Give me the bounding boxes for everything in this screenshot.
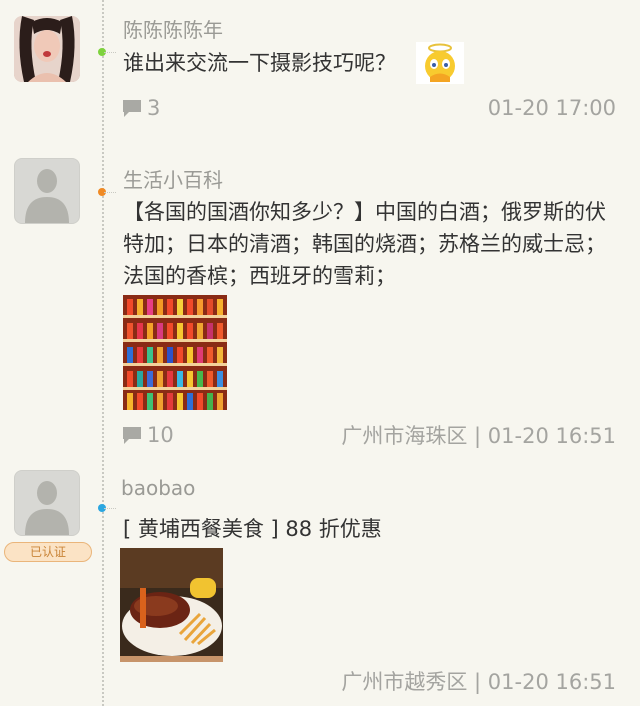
- avatar[interactable]: [14, 16, 80, 82]
- timeline-connector: [104, 508, 116, 509]
- post-time: 01-20 16:51: [487, 670, 616, 694]
- post-item[interactable]: 陈陈陈陈年 谁出来交流一下摄影技巧呢？ 3 01-20 17:00: [0, 0, 640, 140]
- default-user-icon: [25, 481, 69, 535]
- post-content: 谁出来交流一下摄影技巧呢？: [123, 42, 613, 84]
- comment-button[interactable]: 10: [122, 423, 174, 447]
- username[interactable]: 陈陈陈陈年: [123, 14, 223, 43]
- comment-icon: [123, 100, 141, 117]
- post-time: 01-20 17:00: [487, 96, 616, 120]
- comment-count: 3: [147, 96, 161, 120]
- post-item[interactable]: 已认证 baobao [ 黄埔西餐美食 ] 88 折优惠 广州市越秀区 | 01…: [0, 460, 640, 706]
- post-meta: 01-20 17:00: [488, 96, 616, 120]
- username[interactable]: baobao: [121, 476, 195, 500]
- verified-badge: 已认证: [4, 542, 92, 562]
- post-image[interactable]: [120, 548, 223, 662]
- post-meta: 广州市海珠区 | 01-20 16:51: [341, 420, 616, 450]
- post-text: 谁出来交流一下摄影技巧呢？: [123, 51, 396, 75]
- avatar[interactable]: [14, 158, 80, 224]
- post-location[interactable]: 广州市越秀区: [341, 670, 467, 694]
- post-item[interactable]: 生活小百科 【各国的国酒你知多少？】中国的白酒；俄罗斯的伏特加；日本的清酒；韩国…: [0, 140, 640, 460]
- username[interactable]: 生活小百科: [123, 164, 223, 193]
- post-time: 01-20 16:51: [487, 424, 616, 448]
- post-text: [ 黄埔西餐美食 ] 88 折优惠: [123, 517, 382, 541]
- meta-separator: |: [467, 670, 488, 694]
- timeline-connector: [104, 52, 116, 53]
- post-text: 【各国的国酒你知多少？】中国的白酒；俄罗斯的伏特加；日本的清酒；韩国的烧酒；苏格…: [123, 200, 606, 288]
- angel-emoji-icon: [416, 42, 464, 84]
- post-image[interactable]: [123, 295, 227, 410]
- comment-count: 10: [147, 423, 174, 447]
- post-location[interactable]: 广州市海珠区: [341, 424, 467, 448]
- avatar[interactable]: [14, 470, 80, 536]
- meta-separator: |: [467, 424, 488, 448]
- comment-button[interactable]: 3: [122, 96, 160, 120]
- timeline-connector: [104, 192, 116, 193]
- post-meta: 广州市越秀区 | 01-20 16:51: [341, 666, 616, 696]
- comment-icon: [123, 427, 141, 444]
- default-user-icon: [25, 169, 69, 223]
